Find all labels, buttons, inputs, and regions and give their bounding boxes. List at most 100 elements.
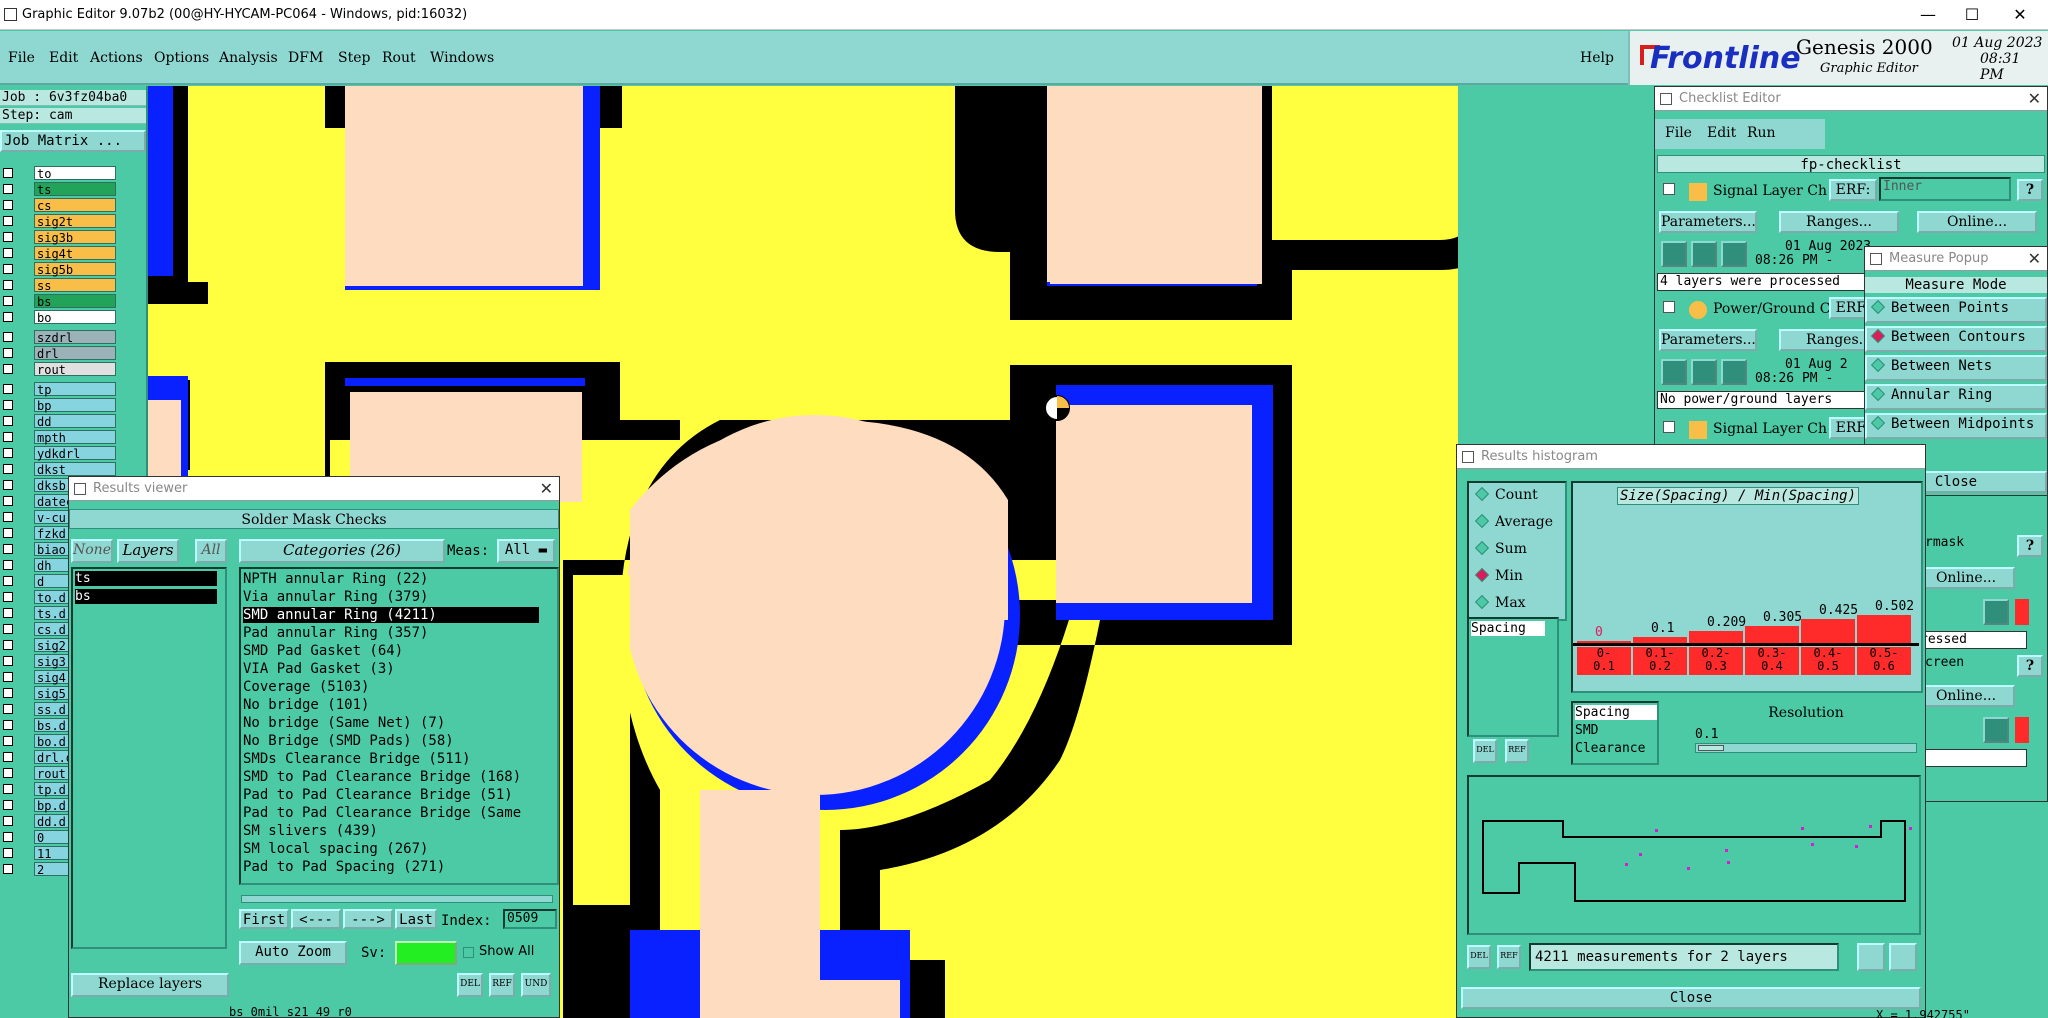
fragment-online-2[interactable]: Online... [1917,685,2015,707]
measure-option[interactable]: Between Midpoints [1865,413,2047,439]
menu-help[interactable]: Help [1580,50,1614,66]
layer-row[interactable]: sig4t [0,246,118,261]
undo-icon[interactable]: UND [521,973,551,997]
category-item[interactable]: No Bridge (SMD Pads) (58) [243,733,539,749]
del-icon[interactable]: DEL [457,973,483,997]
layer-checkbox[interactable] [3,528,13,538]
item-1-erf[interactable]: ERF: [1829,179,1877,201]
category-item[interactable]: SMDs Clearance Bridge (511) [243,751,539,767]
layer-checkbox[interactable] [3,800,13,810]
layer-row[interactable]: ydkdrl [0,446,118,461]
layer-row[interactable]: bo [0,310,118,325]
category-item[interactable]: Via annular Ring (379) [243,589,539,605]
item-checkbox[interactable] [1663,301,1675,313]
layer-checkbox[interactable] [3,864,13,874]
type-list-item-clearance[interactable]: Clearance [1575,741,1645,756]
menu-windows[interactable]: Windows [430,50,494,66]
histogram-bar[interactable] [1689,631,1743,643]
category-item[interactable]: Pad annular Ring (357) [243,625,539,641]
layer-checkbox[interactable] [3,736,13,746]
minimize-button[interactable]: — [1916,4,1940,26]
categories-button[interactable]: Categories (26) [239,539,445,563]
measure-option[interactable]: Between Nets [1865,355,2047,381]
all-layers-button[interactable]: All [195,539,227,563]
layer-checkbox[interactable] [3,640,13,650]
meas-dropdown[interactable]: All ▬ [497,539,555,563]
slider-handle[interactable] [1698,745,1724,751]
layer-checkbox[interactable] [3,608,13,618]
maximize-button[interactable]: ☐ [1960,4,1984,26]
type-list-item-spacing[interactable]: Spacing [1575,705,1657,720]
layer-checkbox[interactable] [3,296,13,306]
results-layer-list[interactable]: ts bs [71,567,227,949]
category-item[interactable]: SMD annular Ring (4211) [243,607,539,623]
layer-checkbox[interactable] [3,348,13,358]
help-icon[interactable]: ? [2017,535,2043,557]
sv-color-dropdown[interactable] [395,941,457,965]
layer-checkbox[interactable] [3,752,13,762]
zoom-icon[interactable] [1983,599,2009,625]
layer-row[interactable]: ss [0,278,118,293]
layer-checkbox[interactable] [3,384,13,394]
stat-radio[interactable]: Average [1474,513,1553,530]
type-list-item-smd[interactable]: SMD [1575,723,1598,738]
layer-row[interactable]: sig5b [0,262,118,277]
item-1-ranges[interactable]: Ranges... [1779,211,1899,233]
range-bucket[interactable]: 0.2- 0.3 [1689,647,1743,675]
stat-radio[interactable]: Max [1474,594,1526,611]
layer-checkbox[interactable] [3,656,13,666]
fragment-online[interactable]: Online... [1917,567,2015,589]
checklist-menu-file[interactable]: File [1665,125,1692,141]
checklist-menu-run[interactable]: Run [1747,125,1776,141]
left-list-item-spacing[interactable]: Spacing [1471,621,1545,636]
job-matrix-button[interactable]: Job Matrix ... [0,130,146,152]
layer-checkbox[interactable] [3,848,13,858]
histogram-bar[interactable] [1745,626,1799,643]
show-all-checkbox[interactable] [463,947,474,958]
layer-row[interactable]: szdrl [0,330,118,345]
category-item[interactable]: Pad to Pad Spacing (271) [243,859,539,875]
layer-checkbox[interactable] [3,576,13,586]
help-icon[interactable]: ? [2017,655,2043,677]
zoom-icon[interactable] [1983,717,2009,743]
layer-checkbox[interactable] [3,480,13,490]
layers-button[interactable]: Layers [117,539,179,563]
layer-checkbox[interactable] [3,400,13,410]
histogram-bar[interactable] [1801,619,1855,643]
export-icon[interactable] [1857,943,1885,971]
layer-checkbox[interactable] [3,560,13,570]
layer-list-item-bs[interactable]: bs [75,589,217,604]
histogram-close-button[interactable]: Close [1461,987,1921,1009]
layer-checkbox[interactable] [3,200,13,210]
close-icon[interactable]: ✕ [2028,247,2041,271]
run-icon[interactable] [1661,359,1687,385]
layer-checkbox[interactable] [3,624,13,634]
category-item[interactable]: SM local spacing (267) [243,841,539,857]
stat-radio[interactable]: Sum [1474,540,1527,557]
category-item[interactable]: SMD Pad Gasket (64) [243,643,539,659]
close-icon[interactable]: ✕ [2028,87,2041,111]
layer-checkbox[interactable] [3,264,13,274]
layer-row[interactable]: rout [0,362,118,377]
run-icon[interactable] [1721,359,1747,385]
help-icon[interactable]: ? [2017,179,2043,201]
layer-checkbox[interactable] [3,332,13,342]
measure-option[interactable]: Between Points [1865,297,2047,323]
range-bucket[interactable]: 0.4- 0.5 [1801,647,1855,675]
layer-row[interactable]: bp [0,398,118,413]
layer-checkbox[interactable] [3,720,13,730]
close-button[interactable]: ✕ [2008,4,2032,26]
ref-icon[interactable]: REF [1497,945,1521,969]
run-icon[interactable] [1721,241,1747,267]
auto-zoom-dropdown[interactable]: Auto Zoom [239,941,347,965]
layer-checkbox[interactable] [3,248,13,258]
layer-row[interactable]: bs [0,294,118,309]
layer-list-item-ts[interactable]: ts [75,571,217,586]
layer-checkbox[interactable] [3,496,13,506]
ref-icon[interactable]: REF [489,973,515,997]
checklist-menu-edit[interactable]: Edit [1707,125,1736,141]
category-item[interactable]: Pad to Pad Clearance Bridge (51) [243,787,539,803]
category-item[interactable]: NPTH annular Ring (22) [243,571,539,587]
report-icon[interactable] [1889,943,1917,971]
item-1-parameters[interactable]: Parameters... [1659,211,1757,233]
